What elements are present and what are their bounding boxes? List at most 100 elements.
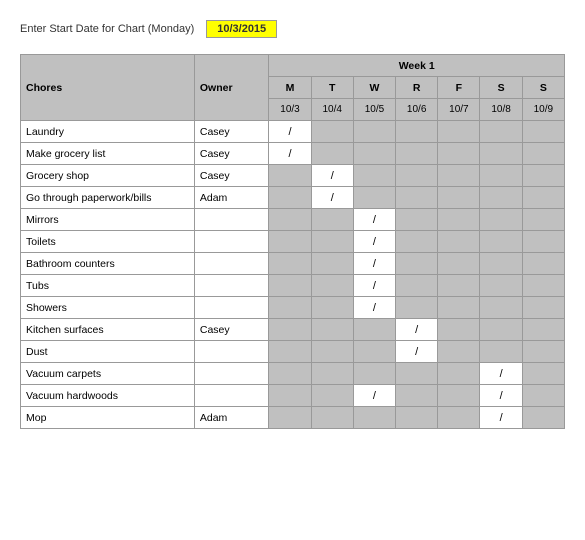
task-owner: Casey [194, 319, 269, 341]
task-name: Kitchen surfaces [21, 319, 195, 341]
day-header-s2: S [522, 77, 564, 99]
day-cell-11-0 [269, 363, 311, 385]
day-cell-3-2 [353, 187, 395, 209]
day-cell-10-2 [353, 341, 395, 363]
task-owner [194, 253, 269, 275]
task-name: Showers [21, 297, 195, 319]
date-input[interactable]: 10/3/2015 [206, 20, 277, 38]
day-cell-13-2 [353, 407, 395, 429]
day-cell-2-6 [522, 165, 564, 187]
day-cell-10-1 [311, 341, 353, 363]
table-row: Vacuum carpets/ [21, 363, 565, 385]
day-cell-12-0 [269, 385, 311, 407]
day-cell-4-6 [522, 209, 564, 231]
task-name: Make grocery list [21, 143, 195, 165]
day-cell-7-2: / [353, 275, 395, 297]
table-row: MopAdam/ [21, 407, 565, 429]
task-owner [194, 363, 269, 385]
day-cell-8-5 [480, 297, 522, 319]
table-row: Dust/ [21, 341, 565, 363]
day-header-r: R [396, 77, 438, 99]
day-cell-2-1: / [311, 165, 353, 187]
task-owner [194, 209, 269, 231]
day-cell-3-1: / [311, 187, 353, 209]
day-cell-2-2 [353, 165, 395, 187]
week-header: Week 1 [269, 55, 565, 77]
table-row: Kitchen surfacesCasey/ [21, 319, 565, 341]
table-row: Mirrors/ [21, 209, 565, 231]
day-cell-6-5 [480, 253, 522, 275]
day-cell-10-5 [480, 341, 522, 363]
day-cell-5-1 [311, 231, 353, 253]
table-row: Grocery shopCasey/ [21, 165, 565, 187]
day-header-m: M [269, 77, 311, 99]
day-cell-11-3 [396, 363, 438, 385]
day-cell-8-0 [269, 297, 311, 319]
day-cell-7-3 [396, 275, 438, 297]
day-cell-6-0 [269, 253, 311, 275]
day-cell-11-1 [311, 363, 353, 385]
day-cell-4-4 [438, 209, 480, 231]
day-cell-3-5 [480, 187, 522, 209]
date-0: 10/3 [269, 99, 311, 121]
day-cell-11-4 [438, 363, 480, 385]
task-name: Go through paperwork/bills [21, 187, 195, 209]
table-row: Toilets / [21, 231, 565, 253]
day-cell-9-2 [353, 319, 395, 341]
day-cell-7-6 [522, 275, 564, 297]
task-owner: Adam [194, 187, 269, 209]
day-cell-11-6 [522, 363, 564, 385]
day-cell-5-3 [396, 231, 438, 253]
day-cell-8-3 [396, 297, 438, 319]
day-cell-3-3 [396, 187, 438, 209]
day-cell-10-4 [438, 341, 480, 363]
task-owner: Adam [194, 407, 269, 429]
day-cell-4-5 [480, 209, 522, 231]
task-owner: Casey [194, 143, 269, 165]
day-cell-13-6 [522, 407, 564, 429]
date-2: 10/5 [353, 99, 395, 121]
day-cell-13-3 [396, 407, 438, 429]
day-cell-0-2 [353, 121, 395, 143]
table-row: Tubs/ [21, 275, 565, 297]
task-name: Bathroom counters [21, 253, 195, 275]
day-cell-6-4 [438, 253, 480, 275]
table-row: Showers/ [21, 297, 565, 319]
day-cell-10-0 [269, 341, 311, 363]
day-cell-12-2: / [353, 385, 395, 407]
task-name: Laundry [21, 121, 195, 143]
task-name: Toilets [21, 231, 195, 253]
day-cell-10-3: / [396, 341, 438, 363]
day-cell-0-6 [522, 121, 564, 143]
day-cell-1-1 [311, 143, 353, 165]
day-cell-13-0 [269, 407, 311, 429]
task-name: Mirrors [21, 209, 195, 231]
date-1: 10/4 [311, 99, 353, 121]
day-cell-9-0 [269, 319, 311, 341]
day-cell-6-3 [396, 253, 438, 275]
task-name: Mop [21, 407, 195, 429]
day-cell-12-4 [438, 385, 480, 407]
table-row: LaundryCasey/ [21, 121, 565, 143]
date-5: 10/8 [480, 99, 522, 121]
day-cell-10-6 [522, 341, 564, 363]
owner-header: Owner [194, 55, 269, 121]
day-cell-11-2 [353, 363, 395, 385]
table-row: Go through paperwork/billsAdam / [21, 187, 565, 209]
day-header-f: F [438, 77, 480, 99]
day-cell-2-0 [269, 165, 311, 187]
day-cell-3-0 [269, 187, 311, 209]
day-cell-9-4 [438, 319, 480, 341]
task-owner: Casey [194, 165, 269, 187]
day-cell-5-4 [438, 231, 480, 253]
day-cell-7-0 [269, 275, 311, 297]
day-cell-5-5 [480, 231, 522, 253]
task-owner: Casey [194, 121, 269, 143]
day-cell-5-2: / [353, 231, 395, 253]
day-cell-0-4 [438, 121, 480, 143]
day-cell-0-3 [396, 121, 438, 143]
chores-header: Chores [21, 55, 195, 121]
day-header-t: T [311, 77, 353, 99]
day-cell-8-6 [522, 297, 564, 319]
table-row: Make grocery listCasey/ [21, 143, 565, 165]
